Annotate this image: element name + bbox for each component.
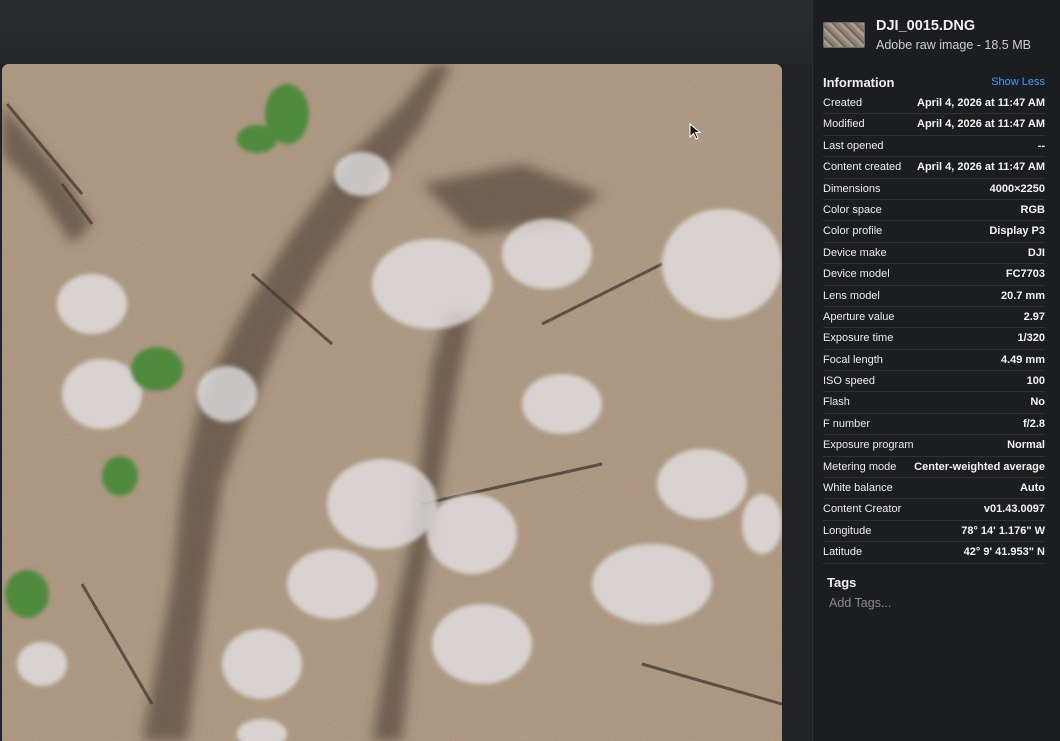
- image-viewer: [0, 0, 812, 741]
- metadata-row: F number f/2.8: [823, 414, 1045, 436]
- metadata-row: Dimensions 4000×2250: [823, 179, 1045, 200]
- metadata-value: --: [1037, 139, 1045, 152]
- file-thumbnail: [823, 22, 865, 48]
- metadata-label: Modified: [823, 118, 865, 131]
- metadata-row: Device make DJI: [823, 243, 1045, 265]
- metadata-row: Color space RGB: [823, 200, 1045, 222]
- metadata-value: Auto: [1019, 482, 1045, 495]
- metadata-row: Last opened --: [823, 136, 1045, 158]
- metadata-value: April 4, 2026 at 11:47 AM: [917, 97, 1045, 109]
- metadata-label: Aperture value: [823, 310, 895, 323]
- metadata-label: Last opened: [823, 139, 884, 152]
- file-name: DJI_0015.DNG: [876, 18, 976, 34]
- metadata-value: DJI: [1027, 246, 1045, 259]
- metadata-value: Center-weighted average: [914, 460, 1045, 473]
- metadata-value: 20.7 mm: [1000, 289, 1045, 302]
- metadata-label: ISO speed: [823, 375, 875, 388]
- metadata-row: Metering mode Center-weighted average: [823, 457, 1045, 479]
- metadata-value: Normal: [1007, 439, 1045, 452]
- file-header: DJI_0015.DNG Adobe raw image - 18.5 MB: [823, 18, 1053, 58]
- metadata-label: Content Creator: [823, 503, 902, 516]
- metadata-value: FC7703: [1005, 268, 1045, 281]
- metadata-value: 78° 14' 1.176" W: [961, 524, 1045, 537]
- add-tags-field[interactable]: Add Tags...: [829, 596, 1029, 614]
- metadata-label: Color profile: [823, 225, 883, 238]
- show-less-button[interactable]: Show Less: [991, 76, 1045, 88]
- metadata-value: RGB: [1020, 203, 1045, 216]
- metadata-list: Created April 4, 2026 at 11:47 AM Modified…: [823, 93, 1045, 564]
- metadata-label: Flash: [823, 396, 850, 409]
- metadata-row: Content created April 4, 2026 at 11:47 AM: [823, 157, 1045, 179]
- metadata-value: 42° 9' 41.953" N: [963, 546, 1045, 559]
- metadata-label: Longitude: [823, 524, 872, 537]
- metadata-label: Metering mode: [823, 460, 897, 473]
- metadata-row: Exposure program Normal: [823, 435, 1045, 457]
- metadata-label: Device model: [823, 268, 890, 281]
- metadata-row: Flash No: [823, 392, 1045, 414]
- metadata-value: Display P3: [989, 225, 1045, 238]
- metadata-value: April 4, 2026 at 11:47 AM: [917, 118, 1045, 131]
- metadata-label: Latitude: [823, 546, 863, 559]
- metadata-value: No: [1030, 396, 1045, 409]
- metadata-label: Device make: [823, 246, 887, 259]
- metadata-label: Color space: [823, 203, 882, 216]
- metadata-row: Longitude 78° 14' 1.176" W: [823, 521, 1045, 543]
- information-section-header: Information Show Less: [823, 75, 1045, 93]
- metadata-row: Created April 4, 2026 at 11:47 AM: [823, 93, 1045, 115]
- metadata-row: Modified April 4, 2026 at 11:47 AM: [823, 114, 1045, 136]
- metadata-value: 4.49 mm: [1000, 353, 1045, 366]
- metadata-value: 4000×2250: [989, 182, 1045, 195]
- metadata-label: Exposure program: [823, 439, 914, 452]
- metadata-row: Focal length 4.49 mm: [823, 350, 1045, 372]
- info-inspector-panel: DJI_0015.DNG Adobe raw image - 18.5 MB I…: [812, 0, 1060, 741]
- metadata-label: Dimensions: [823, 182, 881, 195]
- metadata-row: Aperture value 2.97: [823, 307, 1045, 329]
- metadata-row: Color profile Display P3: [823, 221, 1045, 243]
- metadata-label: F number: [823, 417, 871, 430]
- metadata-label: Exposure time: [823, 332, 894, 345]
- metadata-value: v01.43.0097: [983, 503, 1045, 516]
- photo-preview[interactable]: [2, 64, 782, 741]
- metadata-row: Lens model 20.7 mm: [823, 286, 1045, 307]
- information-title: Information: [823, 75, 895, 90]
- tags-title: Tags: [827, 575, 857, 590]
- metadata-label: Lens model: [823, 289, 880, 302]
- metadata-label: Focal length: [823, 353, 883, 366]
- metadata-label: White balance: [823, 482, 893, 495]
- metadata-value: 2.97: [1023, 310, 1045, 323]
- metadata-row: Device model FC7703: [823, 264, 1045, 286]
- metadata-row: Content Creator v01.43.0097: [823, 499, 1045, 521]
- metadata-row: Latitude 42° 9' 41.953" N: [823, 542, 1045, 564]
- metadata-row: Exposure time 1/320: [823, 328, 1045, 350]
- file-kind-size: Adobe raw image - 18.5 MB: [876, 38, 1031, 52]
- viewer-toolbar: [0, 0, 812, 64]
- metadata-row: White balance Auto: [823, 478, 1045, 500]
- metadata-label: Created: [823, 97, 863, 109]
- metadata-value: 100: [1026, 375, 1045, 388]
- aerial-forest-image: [2, 64, 782, 741]
- metadata-label: Content created: [823, 161, 902, 174]
- mouse-pointer-icon: [689, 123, 702, 140]
- metadata-value: f/2.8: [1022, 417, 1045, 430]
- metadata-row: ISO speed 100: [823, 371, 1045, 393]
- metadata-value: April 4, 2026 at 11:47 AM: [917, 161, 1045, 174]
- metadata-value: 1/320: [1017, 332, 1045, 345]
